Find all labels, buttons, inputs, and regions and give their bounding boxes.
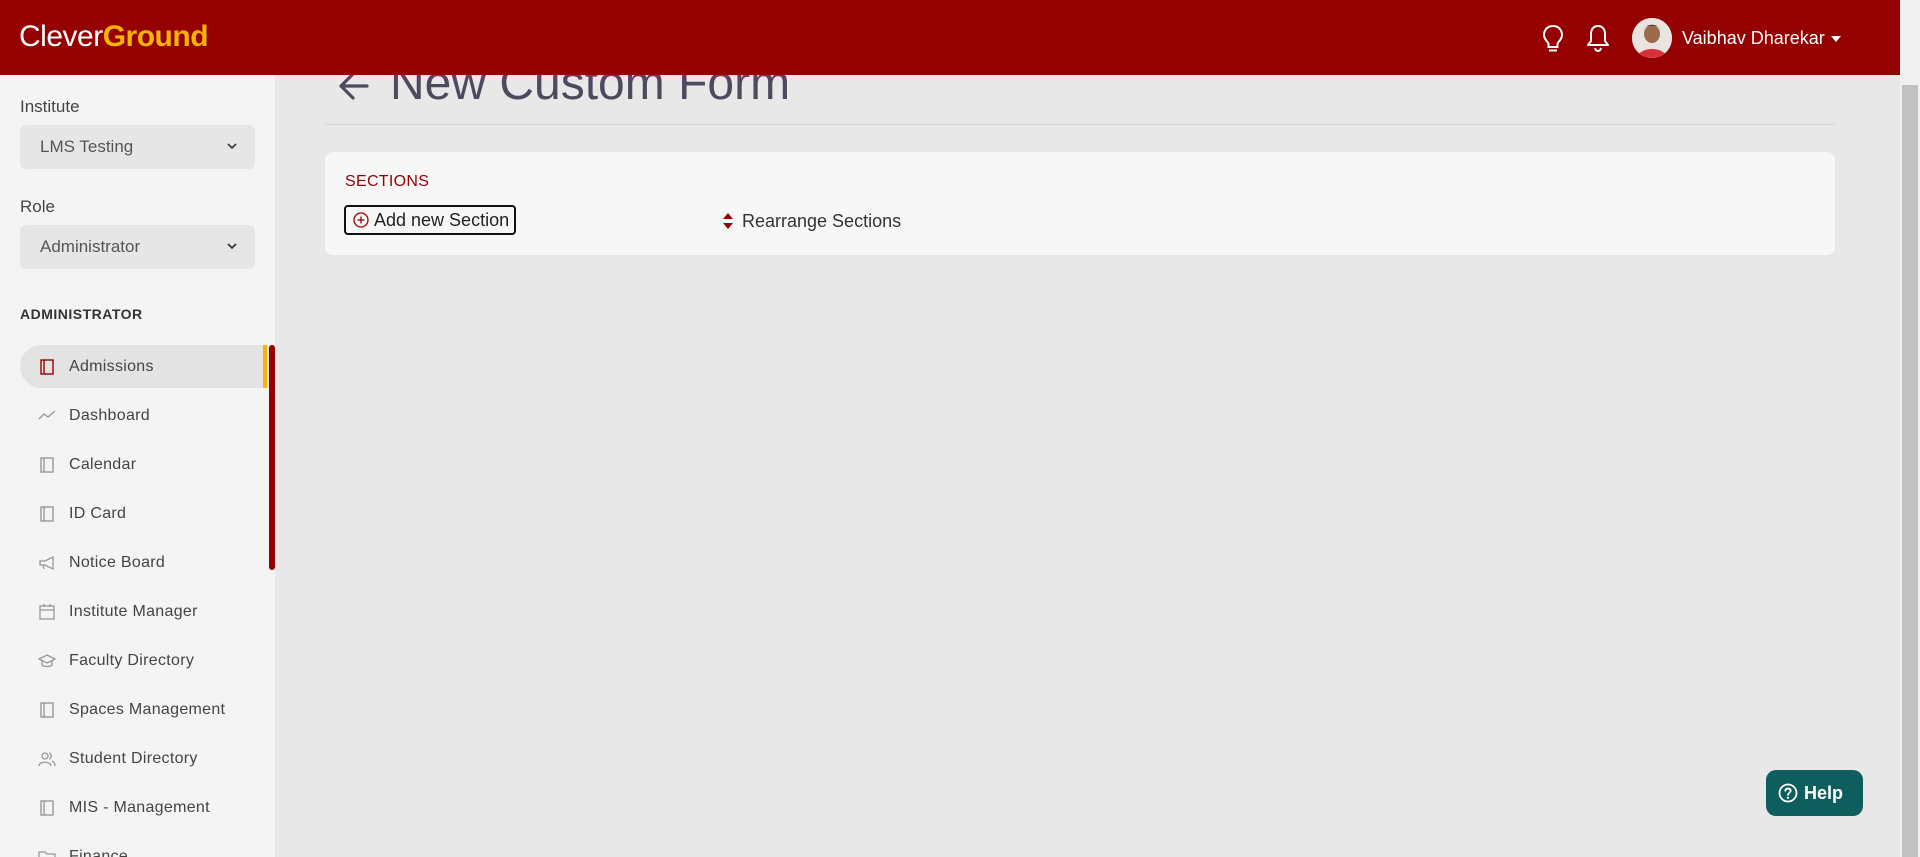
- sections-card: SECTIONS Add new Section Rearrange Secti…: [325, 152, 1835, 255]
- institute-select[interactable]: LMS Testing: [20, 125, 255, 169]
- add-new-section-label: Add new Section: [374, 209, 510, 230]
- role-select-value: Administrator: [40, 237, 141, 256]
- question-circle-icon: [1778, 783, 1798, 803]
- plus-circle-icon: [353, 212, 369, 228]
- sidebar-item-label: MIS - Management: [69, 798, 210, 816]
- user-avatar: [1632, 18, 1672, 58]
- sidebar-item-label: ID Card: [69, 504, 127, 522]
- user-name: Vaibhav Dharekar: [1682, 27, 1825, 48]
- chevron-down-icon: [227, 243, 237, 250]
- sidebar-scrollbar[interactable]: [269, 345, 275, 570]
- role-label: Role: [20, 197, 55, 216]
- sidebar-item-finance[interactable]: Finance: [20, 835, 275, 857]
- role-select[interactable]: Administrator: [20, 225, 255, 269]
- active-indicator: [263, 345, 267, 388]
- help-button[interactable]: Help: [1766, 770, 1863, 816]
- institute-select-value: LMS Testing: [40, 137, 134, 156]
- sidebar-item-dashboard[interactable]: Dashboard: [20, 394, 275, 437]
- sidebar-item-id-card[interactable]: ID Card: [20, 492, 275, 535]
- page-scrollbar-thumb[interactable]: [1902, 85, 1918, 857]
- sidebar-item-label: Finance: [69, 847, 129, 857]
- logo-text-clever: Clever: [19, 20, 103, 53]
- sidebar-item-admissions[interactable]: Admissions: [20, 345, 275, 388]
- sidebar-item-label: Dashboard: [69, 406, 150, 424]
- bell-icon[interactable]: [1583, 22, 1613, 54]
- sidebar-item-spaces-management[interactable]: Spaces Management: [20, 688, 275, 731]
- sidebar-item-calendar[interactable]: Calendar: [20, 443, 275, 486]
- help-label: Help: [1804, 782, 1844, 803]
- top-navbar: CleverGround Vaibhav Dharekar: [0, 0, 1900, 75]
- sidebar-item-label: Calendar: [69, 455, 137, 473]
- logo-text-ground: Ground: [102, 20, 209, 53]
- rearrange-sections-label: Rearrange Sections: [742, 210, 902, 231]
- calendar-icon: [39, 604, 55, 620]
- chevron-down-icon: [1830, 36, 1841, 42]
- sidebar-item-faculty-directory[interactable]: Faculty Directory: [20, 639, 275, 682]
- sidebar-item-label: Student Directory: [69, 749, 198, 767]
- sidebar: Institute LMS Testing Role Administrator…: [0, 75, 275, 857]
- sidebar-item-label: Admissions: [69, 357, 154, 375]
- sidebar-item-mis-management[interactable]: MIS - Management: [20, 786, 275, 829]
- rearrange-sections-button[interactable]: Rearrange Sections: [722, 209, 901, 233]
- chevron-down-icon: [227, 143, 237, 150]
- book-icon: [40, 359, 54, 375]
- app-logo[interactable]: CleverGround: [19, 20, 209, 54]
- user-menu[interactable]: Vaibhav Dharekar: [1632, 17, 1841, 59]
- folder-icon: [38, 851, 56, 857]
- graduation-cap-icon: [38, 654, 56, 668]
- page-scrollbar[interactable]: [1900, 0, 1920, 857]
- lightbulb-icon[interactable]: [1538, 22, 1568, 54]
- sidebar-item-label: Faculty Directory: [69, 651, 195, 669]
- add-new-section-button[interactable]: Add new Section: [344, 205, 517, 235]
- title-divider: [325, 124, 1835, 125]
- sidebar-item-label: Institute Manager: [69, 602, 198, 620]
- megaphone-icon: [39, 555, 54, 571]
- book-icon: [40, 702, 54, 718]
- sidebar-item-student-directory[interactable]: Student Directory: [20, 737, 275, 780]
- book-icon: [40, 506, 54, 522]
- book-icon: [40, 800, 54, 816]
- sidebar-item-notice-board[interactable]: Notice Board: [20, 541, 275, 584]
- sidebar-nav: Admissions Dashboard Calendar ID Card No…: [20, 345, 275, 857]
- users-icon: [38, 752, 56, 767]
- sort-icon: [723, 213, 733, 229]
- book-icon: [40, 457, 54, 473]
- institute-label: Institute: [20, 97, 80, 116]
- chart-line-icon: [38, 410, 56, 420]
- sidebar-section-heading: ADMINISTRATOR: [20, 306, 143, 322]
- sidebar-item-label: Spaces Management: [69, 700, 226, 718]
- sections-heading: SECTIONS: [345, 173, 430, 190]
- sidebar-item-label: Notice Board: [69, 553, 166, 571]
- sidebar-item-institute-manager[interactable]: Institute Manager: [20, 590, 275, 633]
